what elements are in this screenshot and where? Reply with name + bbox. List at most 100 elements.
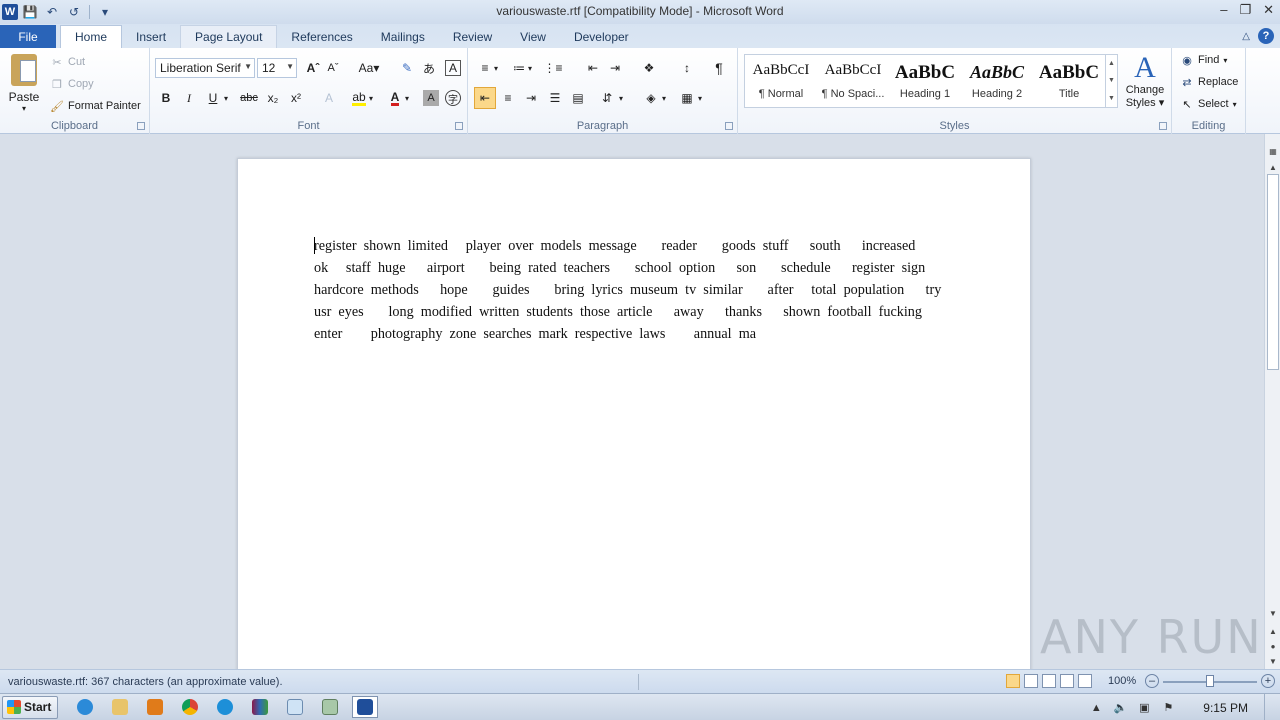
replace-button[interactable]: ⇄ Replace — [1180, 72, 1238, 92]
shading-dropdown-icon[interactable]: ▾ — [658, 87, 670, 109]
help-icon[interactable]: ? — [1258, 28, 1274, 44]
underline-dropdown-icon[interactable]: ▾ — [220, 87, 232, 109]
redo-icon[interactable]: ↺ — [64, 2, 84, 22]
tab-file[interactable]: File — [0, 25, 56, 48]
full-screen-reading-icon[interactable] — [1024, 674, 1038, 688]
document-page[interactable]: register shown limited player over model… — [237, 158, 1031, 669]
clear-formatting-icon[interactable]: ✎ — [396, 57, 418, 79]
zoom-out-icon[interactable]: – — [1145, 674, 1159, 688]
generic-app-icon[interactable] — [317, 696, 343, 718]
clipboard-launcher-icon[interactable] — [137, 122, 145, 130]
notepad-icon[interactable] — [282, 696, 308, 718]
numbering-dropdown-icon[interactable]: ▾ — [524, 57, 536, 79]
minimize-icon[interactable]: – — [1220, 2, 1227, 18]
style-title[interactable]: AaBbC Title — [1033, 55, 1105, 107]
multilevel-list-icon[interactable]: ⋮≡ — [542, 57, 564, 79]
cut-button[interactable]: ✂ Cut — [50, 52, 85, 72]
winrar-icon[interactable] — [247, 696, 273, 718]
tray-expand-icon[interactable]: ▲ — [1089, 701, 1103, 715]
tab-review[interactable]: Review — [439, 25, 506, 48]
decrease-indent-icon[interactable]: ⇤ — [582, 57, 604, 79]
paste-button[interactable]: Paste ▾ — [4, 52, 44, 114]
grow-font-icon[interactable]: Aˆ — [302, 57, 324, 79]
enclose-characters-icon[interactable]: 字 — [445, 90, 461, 106]
chrome-icon[interactable] — [177, 696, 203, 718]
minimize-ribbon-icon[interactable]: △ — [1242, 31, 1250, 42]
tab-insert[interactable]: Insert — [122, 25, 180, 48]
scroll-up-icon[interactable]: ▲ — [1265, 160, 1280, 174]
browse-object-icon[interactable]: ● — [1265, 639, 1280, 653]
borders-dropdown-icon[interactable]: ▾ — [694, 87, 706, 109]
font-color-dropdown-icon[interactable]: ▾ — [401, 87, 413, 109]
internet-explorer-icon[interactable] — [72, 696, 98, 718]
clock[interactable]: 9:15 PM — [1203, 701, 1248, 715]
previous-page-icon[interactable]: ▲ — [1265, 624, 1280, 638]
zoom-slider-thumb[interactable] — [1206, 675, 1214, 687]
tab-page-layout[interactable]: Page Layout — [180, 25, 278, 48]
scroll-down-icon[interactable]: ▼ — [1265, 606, 1280, 620]
tab-mailings[interactable]: Mailings — [367, 25, 439, 48]
zoom-level[interactable]: 100% — [1108, 675, 1136, 687]
style-normal[interactable]: AaBbCcI ¶ Normal — [745, 55, 817, 107]
line-spacing-dropdown-icon[interactable]: ▾ — [615, 87, 627, 109]
style-no-spacing[interactable]: AaBbCcI ¶ No Spaci... — [817, 55, 889, 107]
align-center-icon[interactable]: ≡ — [497, 87, 519, 109]
subscript-icon[interactable]: x₂ — [262, 87, 284, 109]
character-shading-icon[interactable]: A — [423, 90, 439, 106]
highlight-dropdown-icon[interactable]: ▾ — [365, 87, 377, 109]
tab-developer[interactable]: Developer — [560, 25, 643, 48]
bullets-dropdown-icon[interactable]: ▾ — [490, 57, 502, 79]
tab-home[interactable]: Home — [60, 25, 123, 48]
character-border-icon[interactable]: A — [445, 60, 461, 76]
word-taskbar-icon[interactable] — [352, 696, 379, 718]
show-desktop-button[interactable] — [1264, 694, 1274, 720]
print-layout-icon[interactable] — [1006, 674, 1020, 688]
ruler-toggle-icon[interactable]: ▦ — [1265, 144, 1280, 158]
styles-launcher-icon[interactable] — [1159, 122, 1167, 130]
document-body[interactable]: register shown limited player over model… — [314, 235, 954, 345]
align-right-icon[interactable]: ⇥ — [520, 87, 542, 109]
copy-button[interactable]: ❐ Copy — [50, 74, 94, 94]
outline-icon[interactable] — [1060, 674, 1074, 688]
style-heading-2[interactable]: AaBbC Heading 2 — [961, 55, 1033, 107]
style-heading-1[interactable]: AaBbC Heading 1 — [889, 55, 961, 107]
web-layout-icon[interactable] — [1042, 674, 1056, 688]
change-case-icon[interactable]: Aa▾ — [355, 57, 383, 79]
vertical-scrollbar[interactable]: ▦ ▲ ▼ ▲ ● ▼ — [1264, 134, 1280, 669]
find-button[interactable]: ◉ Find ▾ — [1180, 50, 1227, 70]
change-styles-button[interactable]: A Change Styles ▾ — [1122, 52, 1168, 116]
format-painter-button[interactable]: 🖌 Format Painter — [50, 96, 141, 116]
save-icon[interactable]: 💾 — [20, 2, 40, 22]
paste-dropdown-icon[interactable]: ▾ — [22, 104, 26, 113]
font-size-select[interactable]: 12 ▼ — [257, 58, 297, 78]
strikethrough-icon[interactable]: abc — [238, 87, 260, 109]
show-formatting-icon[interactable]: ¶ — [708, 57, 730, 79]
font-name-select[interactable]: Liberation Serif ▼ — [155, 58, 255, 78]
action-center-flag-icon[interactable]: ⚑ — [1161, 701, 1175, 715]
start-button[interactable]: Start — [2, 695, 59, 719]
file-explorer-icon[interactable] — [107, 696, 133, 718]
media-player-icon[interactable] — [142, 696, 168, 718]
next-page-icon[interactable]: ▼ — [1265, 654, 1280, 668]
restore-icon[interactable]: ❐ — [1239, 2, 1251, 18]
distributed-icon[interactable]: ▤ — [567, 87, 589, 109]
volume-icon[interactable]: 🔈 — [1113, 701, 1127, 715]
tab-references[interactable]: References — [277, 25, 366, 48]
tab-view[interactable]: View — [506, 25, 560, 48]
sort-icon[interactable]: ↕ — [676, 57, 698, 79]
justify-icon[interactable]: ☰ — [544, 87, 566, 109]
italic-icon[interactable]: I — [178, 87, 200, 109]
font-launcher-icon[interactable] — [455, 122, 463, 130]
close-icon[interactable]: ✕ — [1263, 2, 1274, 18]
network-icon[interactable]: ▣ — [1137, 701, 1151, 715]
paragraph-launcher-icon[interactable] — [725, 122, 733, 130]
edge-icon[interactable] — [212, 696, 238, 718]
undo-icon[interactable]: ↶ — [42, 2, 62, 22]
zoom-in-icon[interactable]: + — [1261, 674, 1275, 688]
scroll-thumb[interactable] — [1267, 174, 1279, 370]
gallery-up-icon[interactable]: ▲ — [1108, 60, 1115, 67]
gallery-more-icon[interactable]: ▼ — [1108, 95, 1115, 102]
word-logo-icon[interactable]: W — [2, 4, 18, 20]
shrink-font-icon[interactable]: Aˇ — [322, 57, 344, 79]
text-effects-icon[interactable]: A — [318, 87, 340, 109]
